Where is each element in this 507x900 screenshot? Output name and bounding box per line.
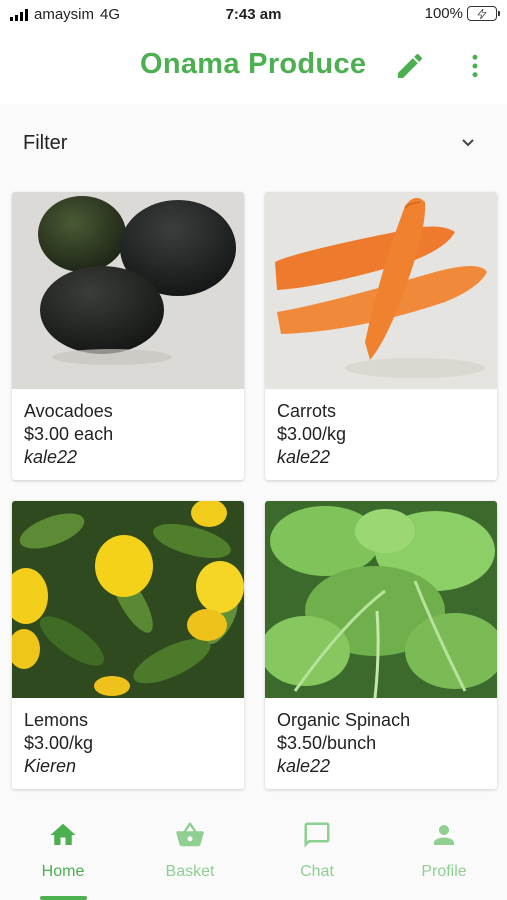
product-card-avocadoes[interactable]: Avocadoes $3.00 each kale22: [12, 192, 244, 480]
product-seller: kale22: [24, 447, 78, 467]
more-vert-icon: [472, 54, 478, 78]
app-bar: Onama Produce: [0, 30, 507, 104]
product-image-avocadoes: [12, 192, 244, 389]
nav-chat[interactable]: Chat: [254, 808, 380, 900]
status-bar: amaysim 4G 7:43 am 100%: [0, 0, 507, 30]
bottom-navigation: Home Basket Chat Profile: [0, 808, 507, 900]
status-right: 100%: [424, 5, 500, 22]
product-price: $3.00/kg: [24, 733, 94, 753]
product-price: $3.00 each: [24, 424, 114, 444]
product-card-organic-spinach[interactable]: Organic Spinach $3.50/bunch kale22: [265, 501, 497, 789]
product-seller: kale22: [277, 447, 331, 467]
filter-dropdown[interactable]: Filter: [0, 114, 507, 170]
chevron-down-icon: [462, 139, 474, 147]
battery-icon: [467, 6, 500, 21]
nav-profile[interactable]: Profile: [381, 808, 507, 900]
product-seller: kale22: [277, 756, 331, 776]
nav-label-chat: Chat: [300, 863, 334, 880]
chat-icon: [304, 822, 330, 848]
basket-icon: [176, 822, 204, 847]
nav-label-profile: Profile: [421, 863, 467, 880]
nav-basket[interactable]: Basket: [127, 808, 253, 900]
nav-label-home: Home: [41, 863, 85, 880]
product-image-lemons: [12, 501, 244, 698]
active-tab-indicator: [40, 896, 87, 900]
product-name: Carrots: [277, 401, 337, 421]
product-name: Lemons: [24, 710, 89, 730]
profile-icon: [434, 825, 454, 845]
product-price: $3.00/kg: [277, 424, 347, 444]
product-image-organic-spinach: [265, 501, 497, 698]
product-seller: Kieren: [24, 756, 77, 776]
more-options-button[interactable]: [460, 50, 490, 82]
pencil-icon: [398, 53, 423, 78]
home-icon: [50, 823, 76, 845]
filter-label: Filter: [23, 132, 68, 154]
battery-percent: 100%: [424, 5, 463, 22]
nav-home[interactable]: Home: [0, 808, 126, 900]
product-name: Avocadoes: [24, 401, 113, 421]
product-card-lemons[interactable]: Lemons $3.00/kg Kieren: [12, 501, 244, 789]
page-title: Onama Produce: [140, 48, 367, 80]
product-name: Organic Spinach: [277, 710, 411, 730]
product-image-carrots: [265, 192, 497, 389]
nav-label-basket: Basket: [165, 863, 215, 880]
edit-button[interactable]: [394, 50, 426, 82]
product-card-carrots[interactable]: Carrots $3.00/kg kale22: [265, 192, 497, 480]
product-price: $3.50/bunch: [277, 733, 377, 753]
